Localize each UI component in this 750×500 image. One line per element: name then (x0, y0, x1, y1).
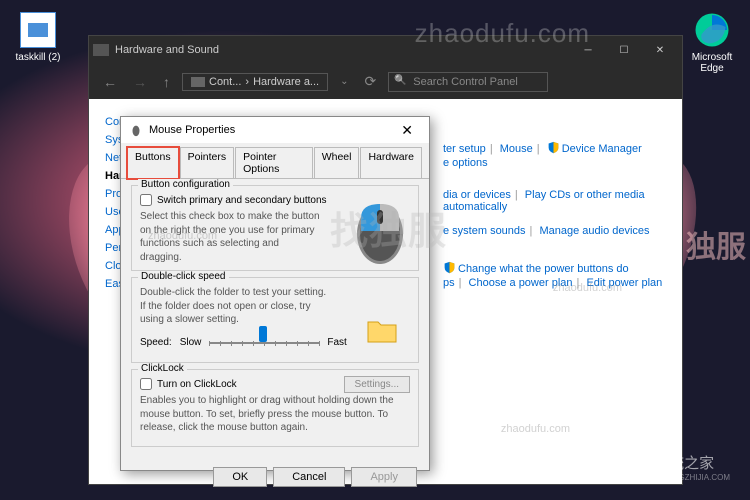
chevron-right-icon: › (245, 76, 249, 88)
breadcrumb-segment[interactable]: Cont... (209, 76, 241, 88)
dialog-title: Mouse Properties (149, 124, 235, 136)
watermark: zhaodufu.com (553, 282, 622, 294)
dialog-body: Button configuration Switch primary and … (121, 179, 429, 459)
folder-icon (191, 77, 205, 87)
breadcrumb-segment[interactable]: Hardware a... (253, 76, 319, 88)
tab-pointer-options[interactable]: Pointer Options (235, 147, 313, 178)
speed-label: Speed: (140, 337, 172, 348)
link[interactable]: Mouse (500, 143, 533, 155)
shield-icon (443, 261, 456, 274)
watermark: zhaodufu.com (148, 230, 217, 242)
folder-icon[interactable] (366, 318, 398, 344)
search-input[interactable]: Search Control Panel (388, 72, 548, 92)
switch-buttons-checkbox[interactable] (140, 194, 152, 206)
shield-icon (547, 141, 560, 154)
link[interactable]: Manage audio devices (539, 225, 649, 237)
tab-pointers[interactable]: Pointers (180, 147, 235, 178)
tab-strip: Buttons Pointers Pointer Options Wheel H… (121, 143, 429, 179)
navigation-bar: ← → ↑ Cont... › Hardware a... ⌄ ⟳ Search… (89, 64, 682, 99)
batch-file-icon (20, 12, 56, 48)
description-text: Enables you to highlight or drag without… (140, 394, 410, 435)
link[interactable]: e system sounds (443, 225, 526, 237)
dropdown-icon[interactable]: ⌄ (336, 76, 352, 87)
desktop-icon-edge[interactable]: Microsoft Edge (682, 12, 742, 74)
watermark: 独服 (686, 222, 746, 266)
link[interactable]: Change what the power buttons do (458, 263, 629, 275)
link[interactable]: dia or devices (443, 189, 511, 201)
clicklock-checkbox[interactable] (140, 378, 152, 390)
tab-buttons[interactable]: Buttons (127, 147, 179, 179)
watermark: zhaodufu.com (501, 423, 570, 435)
tab-wheel[interactable]: Wheel (314, 147, 360, 178)
close-button[interactable]: ✕ (642, 36, 678, 64)
group-legend: ClickLock (138, 363, 187, 374)
forward-button[interactable]: → (129, 74, 151, 90)
up-button[interactable]: ↑ (159, 74, 174, 90)
apply-button: Apply (351, 467, 417, 487)
mouse-icon (129, 123, 143, 137)
slow-label: Slow (180, 337, 202, 348)
icon-label: taskkill (2) (8, 52, 68, 63)
mouse-properties-dialog: Mouse Properties ✕ Buttons Pointers Poin… (120, 116, 430, 471)
cancel-button[interactable]: Cancel (273, 467, 345, 487)
group-legend: Button configuration (138, 179, 233, 190)
dialog-title-bar: Mouse Properties ✕ (121, 117, 429, 143)
refresh-button[interactable]: ⟳ (361, 73, 381, 90)
speed-slider[interactable] (209, 333, 319, 353)
maximize-button[interactable]: ☐ (606, 36, 642, 64)
slider-thumb[interactable] (259, 326, 267, 342)
tab-hardware[interactable]: Hardware (360, 147, 422, 178)
edge-browser-icon (694, 12, 730, 48)
control-panel-icon (93, 44, 109, 56)
group-button-config: Button configuration Switch primary and … (131, 185, 419, 271)
desktop-icon-taskkill[interactable]: taskkill (2) (8, 12, 68, 63)
brand-watermark: 系统之家 XITONGZHIJIA.COM (620, 452, 730, 482)
description-text: Double-click the folder to test your set… (140, 286, 330, 327)
back-button[interactable]: ← (99, 74, 121, 90)
close-button[interactable]: ✕ (393, 122, 421, 139)
window-title: Hardware and Sound (115, 44, 219, 56)
link[interactable]: ps (443, 277, 455, 289)
minimize-button[interactable]: ─ (570, 36, 606, 64)
link[interactable]: Device Manager (562, 143, 642, 155)
settings-button: Settings... (344, 376, 410, 393)
group-legend: Double-click speed (138, 271, 229, 282)
dialog-button-row: OK Cancel Apply (121, 459, 429, 495)
breadcrumb[interactable]: Cont... › Hardware a... (182, 73, 328, 91)
link[interactable]: e options (443, 157, 488, 169)
group-double-click: Double-click speed Double-click the fold… (131, 277, 419, 363)
fast-label: Fast (327, 337, 346, 348)
group-clicklock: ClickLock Settings... Turn on ClickLock … (131, 369, 419, 447)
checkbox-label: Switch primary and secondary buttons (157, 195, 327, 206)
icon-label: Microsoft Edge (682, 52, 742, 74)
title-bar: Hardware and Sound ─ ☐ ✕ (89, 36, 682, 64)
ok-button[interactable]: OK (213, 467, 267, 487)
mouse-illustration (353, 196, 408, 266)
link[interactable]: ter setup (443, 143, 486, 155)
checkbox-label: Turn on ClickLock (157, 379, 237, 390)
